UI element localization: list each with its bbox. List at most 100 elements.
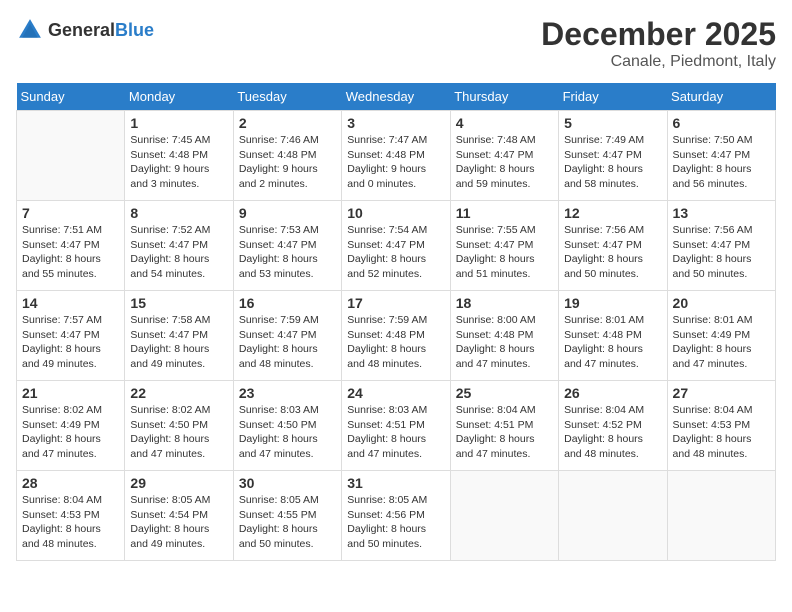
daylight-label: Daylight: 8 hours and 47 minutes. [130, 433, 209, 460]
sunset-label: Sunset: 4:54 PM [130, 509, 208, 521]
header-wednesday: Wednesday [342, 83, 450, 111]
cell-info: Sunrise: 7:49 AM Sunset: 4:47 PM Dayligh… [564, 133, 661, 192]
cell-info: Sunrise: 7:56 AM Sunset: 4:47 PM Dayligh… [673, 223, 770, 282]
sunset-label: Sunset: 4:53 PM [22, 509, 100, 521]
header-friday: Friday [559, 83, 667, 111]
daylight-label: Daylight: 8 hours and 47 minutes. [673, 343, 752, 370]
daylight-label: Daylight: 8 hours and 53 minutes. [239, 253, 318, 280]
sunset-label: Sunset: 4:51 PM [456, 419, 534, 431]
sunrise-label: Sunrise: 8:04 AM [564, 404, 644, 416]
sunrise-label: Sunrise: 7:47 AM [347, 134, 427, 146]
daylight-label: Daylight: 8 hours and 47 minutes. [22, 433, 101, 460]
daylight-label: Daylight: 8 hours and 47 minutes. [456, 433, 535, 460]
table-row: 28 Sunrise: 8:04 AM Sunset: 4:53 PM Dayl… [17, 471, 125, 561]
sunset-label: Sunset: 4:47 PM [456, 239, 534, 251]
sunrise-label: Sunrise: 7:53 AM [239, 224, 319, 236]
cell-info: Sunrise: 8:03 AM Sunset: 4:50 PM Dayligh… [239, 403, 336, 462]
sunrise-label: Sunrise: 7:59 AM [347, 314, 427, 326]
header-saturday: Saturday [667, 83, 775, 111]
daylight-label: Daylight: 9 hours and 2 minutes. [239, 163, 318, 190]
sunrise-label: Sunrise: 7:55 AM [456, 224, 536, 236]
daylight-label: Daylight: 8 hours and 58 minutes. [564, 163, 643, 190]
table-row: 11 Sunrise: 7:55 AM Sunset: 4:47 PM Dayl… [450, 201, 558, 291]
day-number: 5 [564, 115, 661, 131]
logo: GeneralBlue [16, 16, 154, 44]
cell-info: Sunrise: 7:51 AM Sunset: 4:47 PM Dayligh… [22, 223, 119, 282]
day-number: 31 [347, 475, 444, 491]
logo-general: General [48, 20, 115, 40]
table-row: 7 Sunrise: 7:51 AM Sunset: 4:47 PM Dayli… [17, 201, 125, 291]
sunset-label: Sunset: 4:47 PM [673, 149, 751, 161]
sunset-label: Sunset: 4:47 PM [564, 239, 642, 251]
daylight-label: Daylight: 8 hours and 51 minutes. [456, 253, 535, 280]
sunrise-label: Sunrise: 8:02 AM [130, 404, 210, 416]
table-row: 4 Sunrise: 7:48 AM Sunset: 4:47 PM Dayli… [450, 111, 558, 201]
cell-info: Sunrise: 8:04 AM Sunset: 4:53 PM Dayligh… [22, 493, 119, 552]
daylight-label: Daylight: 8 hours and 48 minutes. [239, 343, 318, 370]
day-number: 24 [347, 385, 444, 401]
day-number: 9 [239, 205, 336, 221]
daylight-label: Daylight: 8 hours and 47 minutes. [347, 433, 426, 460]
sunset-label: Sunset: 4:51 PM [347, 419, 425, 431]
day-number: 23 [239, 385, 336, 401]
sunset-label: Sunset: 4:50 PM [130, 419, 208, 431]
table-row: 29 Sunrise: 8:05 AM Sunset: 4:54 PM Dayl… [125, 471, 233, 561]
cell-info: Sunrise: 7:59 AM Sunset: 4:48 PM Dayligh… [347, 313, 444, 372]
table-row: 5 Sunrise: 7:49 AM Sunset: 4:47 PM Dayli… [559, 111, 667, 201]
sunrise-label: Sunrise: 8:02 AM [22, 404, 102, 416]
cell-info: Sunrise: 8:05 AM Sunset: 4:55 PM Dayligh… [239, 493, 336, 552]
day-number: 1 [130, 115, 227, 131]
daylight-label: Daylight: 8 hours and 55 minutes. [22, 253, 101, 280]
sunrise-label: Sunrise: 7:56 AM [564, 224, 644, 236]
sunset-label: Sunset: 4:47 PM [130, 239, 208, 251]
sunset-label: Sunset: 4:48 PM [347, 149, 425, 161]
day-number: 21 [22, 385, 119, 401]
daylight-label: Daylight: 9 hours and 3 minutes. [130, 163, 209, 190]
cell-info: Sunrise: 7:58 AM Sunset: 4:47 PM Dayligh… [130, 313, 227, 372]
sunset-label: Sunset: 4:50 PM [239, 419, 317, 431]
cell-info: Sunrise: 8:05 AM Sunset: 4:54 PM Dayligh… [130, 493, 227, 552]
sunset-label: Sunset: 4:47 PM [239, 329, 317, 341]
day-number: 17 [347, 295, 444, 311]
table-row: 26 Sunrise: 8:04 AM Sunset: 4:52 PM Dayl… [559, 381, 667, 471]
table-row: 31 Sunrise: 8:05 AM Sunset: 4:56 PM Dayl… [342, 471, 450, 561]
sunrise-label: Sunrise: 7:58 AM [130, 314, 210, 326]
sunrise-label: Sunrise: 7:57 AM [22, 314, 102, 326]
cell-info: Sunrise: 7:57 AM Sunset: 4:47 PM Dayligh… [22, 313, 119, 372]
table-row: 23 Sunrise: 8:03 AM Sunset: 4:50 PM Dayl… [233, 381, 341, 471]
day-number: 3 [347, 115, 444, 131]
sunrise-label: Sunrise: 7:46 AM [239, 134, 319, 146]
table-row: 3 Sunrise: 7:47 AM Sunset: 4:48 PM Dayli… [342, 111, 450, 201]
sunset-label: Sunset: 4:47 PM [130, 329, 208, 341]
table-row: 15 Sunrise: 7:58 AM Sunset: 4:47 PM Dayl… [125, 291, 233, 381]
table-row: 13 Sunrise: 7:56 AM Sunset: 4:47 PM Dayl… [667, 201, 775, 291]
cell-info: Sunrise: 8:04 AM Sunset: 4:52 PM Dayligh… [564, 403, 661, 462]
logo-icon [16, 16, 44, 44]
cell-info: Sunrise: 8:04 AM Sunset: 4:51 PM Dayligh… [456, 403, 553, 462]
sunrise-label: Sunrise: 8:04 AM [22, 494, 102, 506]
cell-info: Sunrise: 7:54 AM Sunset: 4:47 PM Dayligh… [347, 223, 444, 282]
daylight-label: Daylight: 8 hours and 59 minutes. [456, 163, 535, 190]
cell-info: Sunrise: 7:46 AM Sunset: 4:48 PM Dayligh… [239, 133, 336, 192]
daylight-label: Daylight: 8 hours and 50 minutes. [239, 523, 318, 550]
cell-info: Sunrise: 8:01 AM Sunset: 4:48 PM Dayligh… [564, 313, 661, 372]
sunrise-label: Sunrise: 8:03 AM [239, 404, 319, 416]
table-row [450, 471, 558, 561]
sunrise-label: Sunrise: 8:03 AM [347, 404, 427, 416]
sunset-label: Sunset: 4:47 PM [239, 239, 317, 251]
sunset-label: Sunset: 4:48 PM [456, 329, 534, 341]
table-row: 1 Sunrise: 7:45 AM Sunset: 4:48 PM Dayli… [125, 111, 233, 201]
day-number: 22 [130, 385, 227, 401]
sunrise-label: Sunrise: 7:51 AM [22, 224, 102, 236]
sunrise-label: Sunrise: 7:59 AM [239, 314, 319, 326]
sunset-label: Sunset: 4:47 PM [22, 329, 100, 341]
table-row [667, 471, 775, 561]
day-number: 28 [22, 475, 119, 491]
sunrise-label: Sunrise: 7:56 AM [673, 224, 753, 236]
cell-info: Sunrise: 7:47 AM Sunset: 4:48 PM Dayligh… [347, 133, 444, 192]
calendar-table: Sunday Monday Tuesday Wednesday Thursday… [16, 83, 776, 561]
sunrise-label: Sunrise: 8:05 AM [239, 494, 319, 506]
daylight-label: Daylight: 8 hours and 47 minutes. [564, 343, 643, 370]
day-number: 16 [239, 295, 336, 311]
cell-info: Sunrise: 8:02 AM Sunset: 4:50 PM Dayligh… [130, 403, 227, 462]
